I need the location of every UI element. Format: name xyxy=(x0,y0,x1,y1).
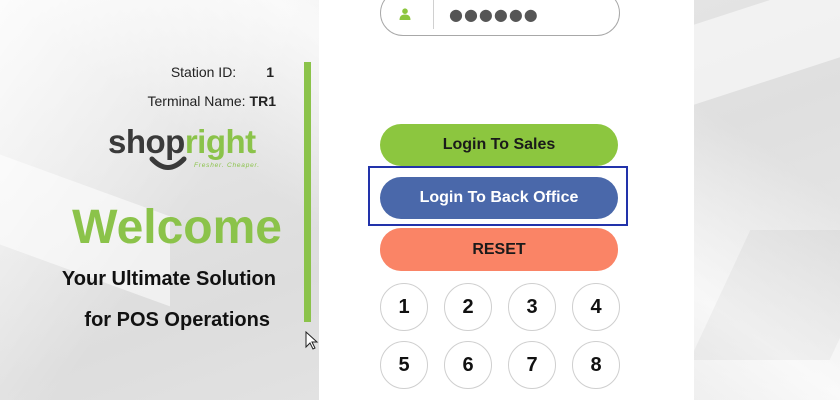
field-separator xyxy=(433,0,434,29)
logo-tagline: Fresher. Cheaper. xyxy=(194,162,260,169)
keypad-key-1[interactable]: 1 xyxy=(380,283,428,331)
terminal-name-value: TR1 xyxy=(249,93,276,109)
mouse-pointer-icon xyxy=(305,331,319,350)
reset-button[interactable]: RESET xyxy=(380,228,618,271)
logo-smile-icon xyxy=(149,156,187,170)
terminal-info-section: Station ID: 1 Terminal Name: TR1 shopright… xyxy=(0,0,310,400)
password-field[interactable] xyxy=(380,0,620,36)
login-to-sales-button[interactable]: Login To Sales xyxy=(380,124,618,166)
bg-facet xyxy=(690,0,840,106)
shopright-logo: shopright Fresher. Cheaper. xyxy=(108,124,288,184)
keypad-key-7[interactable]: 7 xyxy=(508,341,556,389)
logo-wordmark: shopright xyxy=(108,124,288,160)
user-icon xyxy=(399,8,411,20)
keypad-key-5[interactable]: 5 xyxy=(380,341,428,389)
tagline-line-2: for POS Operations xyxy=(84,309,270,331)
station-id-label: Station ID: xyxy=(170,64,237,80)
keypad-key-6[interactable]: 6 xyxy=(444,341,492,389)
station-id-value: 1 xyxy=(266,64,274,80)
terminal-name: Terminal Name: TR1 xyxy=(148,93,276,109)
terminal-name-label: Terminal Name: xyxy=(147,93,246,109)
logo-text-main: shop xyxy=(108,123,185,160)
keypad-key-2[interactable]: 2 xyxy=(444,283,492,331)
keypad-key-4[interactable]: 4 xyxy=(572,283,620,331)
focus-highlight xyxy=(368,166,628,226)
keypad-key-8[interactable]: 8 xyxy=(572,341,620,389)
green-divider xyxy=(304,62,311,322)
keypad-key-3[interactable]: 3 xyxy=(508,283,556,331)
bg-facet xyxy=(690,230,840,360)
password-input[interactable] xyxy=(449,3,599,25)
station-id: Station ID: 1 xyxy=(171,64,274,80)
logo-text-accent: right xyxy=(184,123,256,160)
welcome-title: Welcome xyxy=(72,201,282,254)
tagline-line-1: Your Ultimate Solution xyxy=(61,268,276,290)
